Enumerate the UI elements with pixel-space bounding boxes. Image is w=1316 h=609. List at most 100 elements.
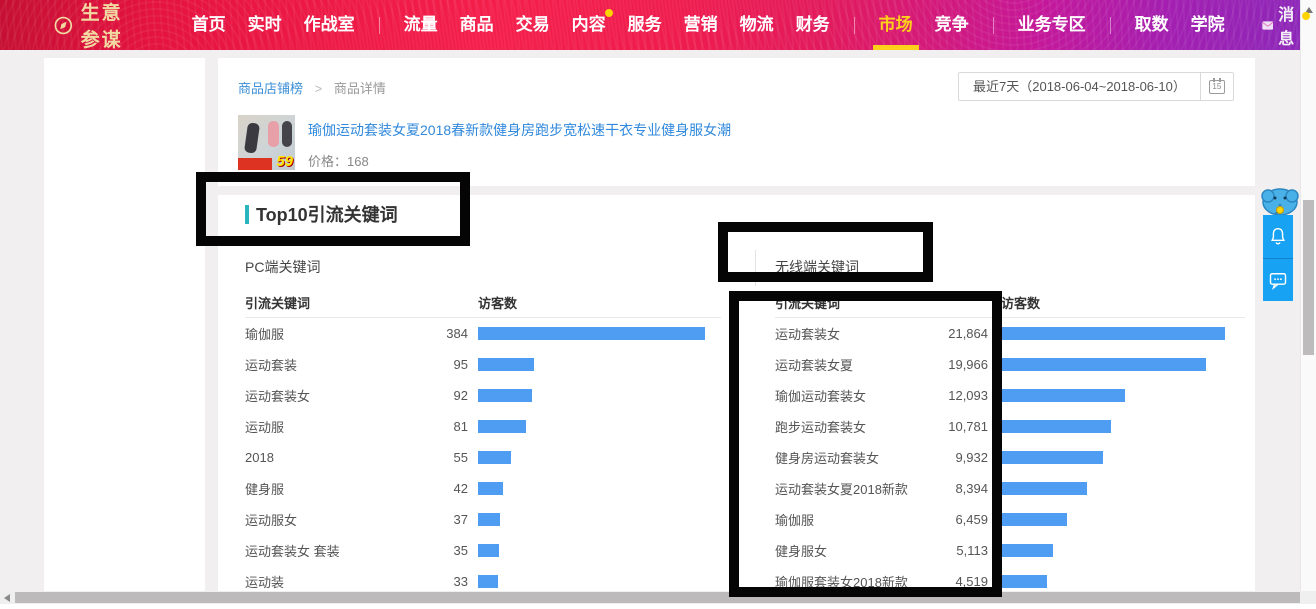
pc-keywords-table: 引流关键词 访客数 瑜伽服384运动套装95运动套装女92运动服81201855… xyxy=(245,293,721,591)
nav-menu: 首页实时作战室流量商品交易内容服务营销物流财务市场竞争业务专区取数学院 xyxy=(181,0,1236,50)
calendar-button[interactable]: 15 xyxy=(1201,72,1234,101)
breadcrumb-current: 商品详情 xyxy=(334,81,386,96)
visitors-value: 55 xyxy=(408,450,468,465)
nav-item-物流[interactable]: 物流 xyxy=(740,0,774,50)
date-range-button[interactable]: 最近7天（2018-06-04~2018-06-10） xyxy=(958,72,1201,101)
nav-item-作战室[interactable]: 作战室 xyxy=(304,0,355,50)
table-row: 运动服81 xyxy=(245,411,721,442)
table-row: 运动套装女21,864 xyxy=(775,318,1245,349)
visitors-value: 81 xyxy=(408,419,468,434)
breadcrumb: 商品店铺榜 > 商品详情 xyxy=(238,78,386,97)
visitors-bar xyxy=(478,358,721,371)
notification-dot xyxy=(605,9,613,17)
visitors-value: 8,394 xyxy=(913,481,988,496)
visitors-value: 6,459 xyxy=(913,512,988,527)
visitors-value: 384 xyxy=(408,326,468,341)
bell-icon xyxy=(1268,226,1288,248)
nav-divider xyxy=(993,17,994,34)
visitors-bar xyxy=(478,451,721,464)
keyword-cell: 运动套装 xyxy=(245,355,408,374)
keyword-cell: 瑜伽运动套装女 xyxy=(775,386,913,405)
visitors-bar xyxy=(478,327,721,340)
nav-item-内容[interactable]: 内容 xyxy=(572,0,606,50)
visitors-bar xyxy=(478,389,721,402)
vertical-scrollbar-thumb[interactable] xyxy=(1303,200,1314,355)
feedback-chat-button[interactable] xyxy=(1263,258,1293,301)
product-title-link[interactable]: 瑜伽运动套装女夏2018春新款健身房跑步宽松速干衣专业健身服女潮 xyxy=(308,120,731,140)
nav-item-学院[interactable]: 学院 xyxy=(1191,0,1225,50)
nav-item-竞争[interactable]: 竞争 xyxy=(935,0,969,50)
nav-item-实时[interactable]: 实时 xyxy=(248,0,282,50)
visitors-value: 9,932 xyxy=(913,450,988,465)
visitors-value: 33 xyxy=(408,574,468,589)
visitors-value: 19,966 xyxy=(913,357,988,372)
visitors-value: 42 xyxy=(408,481,468,496)
keyword-cell: 运动套装女 套装 xyxy=(245,541,408,560)
nav-item-流量[interactable]: 流量 xyxy=(404,0,438,50)
section-title: Top10引流关键词 xyxy=(256,201,398,227)
horizontal-scrollbar[interactable] xyxy=(0,591,1316,604)
left-panel xyxy=(44,58,205,591)
tab-divider xyxy=(755,250,756,286)
horizontal-scrollbar-thumb[interactable] xyxy=(15,592,1300,603)
visitors-bar xyxy=(478,575,721,588)
product-price: 价格：168 xyxy=(308,151,369,170)
price-badge: 59 xyxy=(276,153,293,170)
visitors-bar xyxy=(1001,482,1245,495)
visitors-bar xyxy=(478,544,721,557)
keyword-cell: 运动服女 xyxy=(245,510,408,529)
messages-button[interactable]: 消息 xyxy=(1262,0,1300,50)
keyword-cell: 运动套装女 xyxy=(245,386,408,405)
nav-item-营销[interactable]: 营销 xyxy=(684,0,718,50)
visitors-bar xyxy=(1001,544,1245,557)
visitors-value: 95 xyxy=(408,357,468,372)
nav-item-服务[interactable]: 服务 xyxy=(628,0,662,50)
nav-item-取数[interactable]: 取数 xyxy=(1135,0,1169,50)
tab-pc-keywords[interactable]: PC端关键词 xyxy=(245,257,320,277)
table-row: 瑜伽服384 xyxy=(245,318,721,349)
table-row: 运动服女37 xyxy=(245,504,721,535)
side-toolbar xyxy=(1263,215,1293,301)
bottom-edge xyxy=(0,604,1316,609)
visitors-bar xyxy=(1001,575,1245,588)
chat-bubble-icon xyxy=(1268,270,1288,290)
table-row: 健身房运动套装女9,932 xyxy=(775,442,1245,473)
nav-item-首页[interactable]: 首页 xyxy=(192,0,226,50)
table-row: 运动套装女夏2018新款8,394 xyxy=(775,473,1245,504)
nav-item-交易[interactable]: 交易 xyxy=(516,0,550,50)
keyword-cell: 瑜伽服 xyxy=(245,324,408,343)
keyword-cell: 运动服 xyxy=(245,417,408,436)
nav-item-市场[interactable]: 市场 xyxy=(879,0,913,50)
alerts-button[interactable] xyxy=(1263,215,1293,258)
visitors-bar xyxy=(478,482,721,495)
tab-wireless-keywords[interactable]: 无线端关键词 xyxy=(775,257,859,277)
nav-item-业务专区[interactable]: 业务专区 xyxy=(1018,0,1086,50)
visitors-value: 35 xyxy=(408,543,468,558)
app-logo-text: 生意参谋 xyxy=(81,0,139,52)
product-thumbnail[interactable]: 59 xyxy=(238,115,295,170)
keyword-cell: 运动套装女 xyxy=(775,324,913,343)
column-header-visitors: 访客数 xyxy=(478,293,517,312)
visitors-bar xyxy=(1001,451,1245,464)
visitors-value: 10,781 xyxy=(913,419,988,434)
wireless-keywords-table: 引流关键词 访客数 运动套装女21,864运动套装女夏19,966瑜伽运动套装女… xyxy=(775,293,1245,591)
screen: 生意参谋 首页实时作战室流量商品交易内容服务营销物流财务市场竞争业务专区取数学院… xyxy=(0,0,1316,609)
table-row: 运动套装女 套装35 xyxy=(245,535,721,566)
column-header-visitors: 访客数 xyxy=(1001,293,1040,312)
compass-logo-icon xyxy=(54,12,73,39)
visitors-bar xyxy=(478,513,721,526)
keyword-cell: 瑜伽服 xyxy=(775,510,913,529)
breadcrumb-link-rank[interactable]: 商品店铺榜 xyxy=(238,81,303,96)
nav-item-财务[interactable]: 财务 xyxy=(796,0,830,50)
visitors-bar xyxy=(1001,513,1245,526)
app-logo[interactable]: 生意参谋 xyxy=(54,0,139,52)
keyword-cell: 跑步运动套装女 xyxy=(775,417,913,436)
keyword-cell: 运动套装女夏 xyxy=(775,355,913,374)
table-row: 跑步运动套装女10,781 xyxy=(775,411,1245,442)
section-accent-bar xyxy=(245,205,249,224)
scroll-left-arrow-icon[interactable] xyxy=(4,594,10,602)
nav-item-商品[interactable]: 商品 xyxy=(460,0,494,50)
vertical-scrollbar[interactable] xyxy=(1300,0,1316,591)
keyword-cell: 运动套装女夏2018新款 xyxy=(775,479,913,498)
table-row: 瑜伽服套装女2018新款4,519 xyxy=(775,566,1245,591)
